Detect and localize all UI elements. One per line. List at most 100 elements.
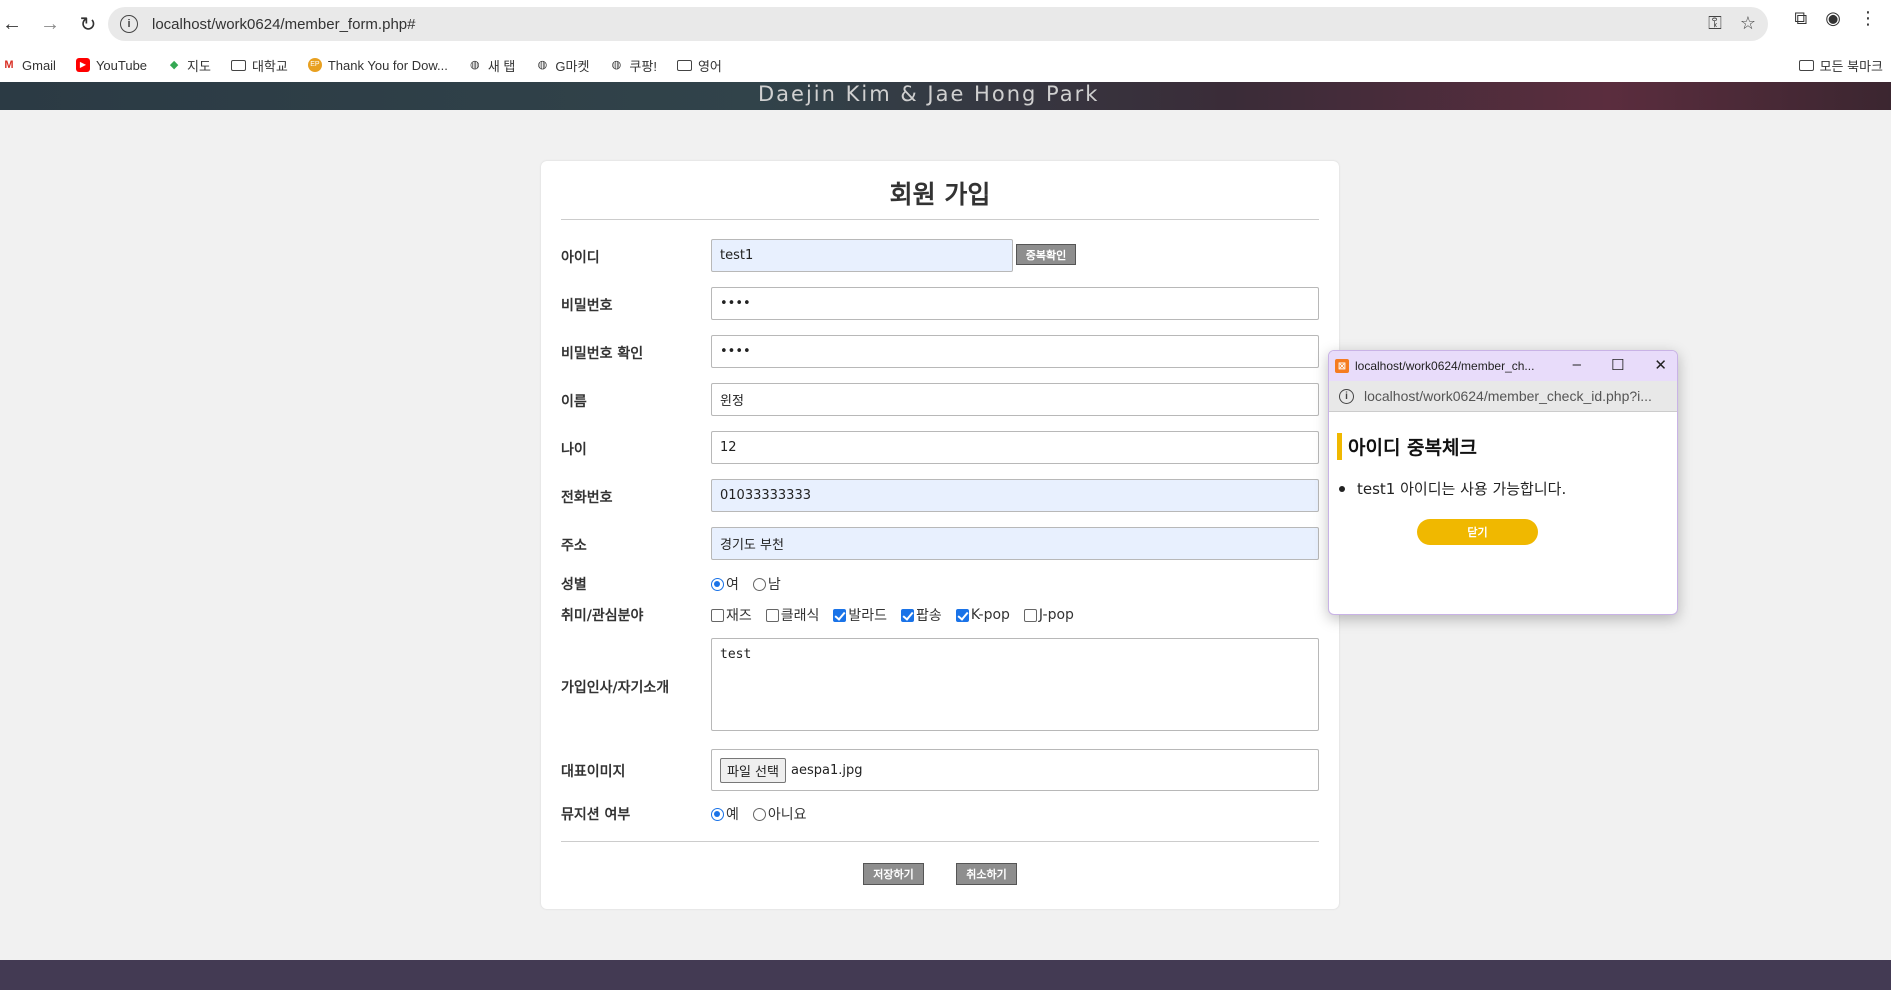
hobby-kpop[interactable]: K-pop bbox=[955, 607, 1010, 623]
bookmark-maps[interactable]: ◆ 지도 bbox=[167, 56, 211, 75]
hobby-pop[interactable]: 팝송 bbox=[901, 605, 942, 625]
checkbox-checked-icon[interactable] bbox=[901, 608, 915, 622]
id-input[interactable]: test1 bbox=[711, 239, 1013, 272]
checkbox-checked-icon[interactable] bbox=[955, 608, 969, 622]
reload-icon[interactable]: ↻ bbox=[68, 4, 108, 44]
gmail-icon: M bbox=[4, 59, 14, 71]
address-bar[interactable]: i localhost/work0624/member_form.php# ⚿ … bbox=[108, 7, 1768, 41]
forward-icon[interactable]: → bbox=[30, 4, 70, 44]
bookmark-gmarket[interactable]: ◍ G마켓 bbox=[535, 56, 590, 75]
header-banner: Daejin Kim & Jae Hong Park bbox=[0, 82, 1891, 110]
checkbox-unchecked-icon[interactable] bbox=[711, 608, 724, 622]
gender-options: 여 남 bbox=[711, 574, 795, 594]
popup-titlebar[interactable]: ⊠ localhost/work0624/member_ch... – ☐ ✕ bbox=[1329, 351, 1677, 381]
image-label: 대표이미지 bbox=[561, 764, 626, 780]
password-label: 비밀번호 bbox=[561, 298, 613, 314]
bookmark-new-tab[interactable]: ◍ 새 탭 bbox=[468, 56, 515, 75]
globe-icon: ◍ bbox=[470, 59, 480, 71]
image-file-input: 파일 선택 aespa1.jpg bbox=[711, 749, 1319, 791]
folder-icon bbox=[230, 59, 246, 71]
bookmark-folder-english[interactable]: 영어 bbox=[676, 56, 722, 75]
globe-icon: ◍ bbox=[611, 59, 622, 71]
popup-heading: 아이디 중복체크 bbox=[1337, 433, 1477, 460]
divider bbox=[561, 841, 1319, 842]
site-info-icon[interactable]: i bbox=[1339, 388, 1354, 404]
site-info-icon[interactable]: i bbox=[120, 15, 138, 33]
availability-message: test1 아이디는 사용 가능합니다. bbox=[1339, 478, 1566, 499]
radio-unchecked-icon[interactable] bbox=[752, 807, 766, 821]
password-key-icon[interactable]: ⚿ bbox=[1708, 13, 1722, 34]
gender-label: 성별 bbox=[561, 577, 587, 593]
close-icon[interactable]: ✕ bbox=[1654, 356, 1667, 374]
banner-text: Daejin Kim & Jae Hong Park bbox=[758, 82, 1100, 106]
radio-unchecked-icon[interactable] bbox=[752, 577, 766, 591]
hobby-classic[interactable]: 클래식 bbox=[765, 605, 819, 625]
minimize-icon[interactable]: – bbox=[1573, 356, 1581, 374]
musician-label: 뮤지션 여부 bbox=[561, 807, 631, 823]
address-input[interactable]: 경기도 부천 bbox=[711, 527, 1319, 560]
checkbox-checked-icon[interactable] bbox=[833, 608, 847, 622]
xampp-icon: ⊠ bbox=[1335, 359, 1349, 373]
folder-icon bbox=[676, 59, 692, 71]
popup-title: localhost/work0624/member_ch... bbox=[1355, 359, 1535, 373]
age-input[interactable]: 12 bbox=[711, 431, 1319, 464]
bookmark-folder-university[interactable]: 대학교 bbox=[230, 56, 288, 75]
member-form-card: 회원 가입 아이디 test1 중복확인 비밀번호 •••• 비밀번호 확인 •… bbox=[541, 161, 1339, 909]
dup-check-button[interactable]: 중복확인 bbox=[1016, 244, 1076, 265]
intro-label: 가입인사/자기소개 bbox=[561, 680, 670, 696]
browser-toolbar: ← → ↻ i localhost/work0624/member_form.p… bbox=[0, 0, 1891, 48]
phone-input[interactable]: 01033333333 bbox=[711, 479, 1319, 512]
bookmark-thank-you[interactable]: EP Thank You for Dow... bbox=[307, 58, 448, 73]
name-input[interactable]: 윈정 bbox=[711, 383, 1319, 416]
password-confirm-input[interactable]: •••• bbox=[711, 335, 1319, 368]
name-label: 이름 bbox=[561, 394, 587, 410]
divider bbox=[561, 219, 1319, 220]
bookmark-star-icon[interactable]: ☆ bbox=[1740, 13, 1756, 34]
back-icon[interactable]: ← bbox=[0, 4, 32, 44]
checkbox-unchecked-icon[interactable] bbox=[1023, 608, 1037, 622]
cancel-button[interactable]: 취소하기 bbox=[956, 863, 1017, 885]
hobby-jpop[interactable]: J-pop bbox=[1023, 607, 1074, 623]
musician-options: 예 아니요 bbox=[711, 804, 821, 824]
popup-address-bar[interactable]: i localhost/work0624/member_check_id.php… bbox=[1329, 381, 1677, 412]
musician-yes-option[interactable]: 예 bbox=[711, 804, 739, 824]
age-label: 나이 bbox=[561, 442, 587, 458]
musician-no-option[interactable]: 아니요 bbox=[752, 804, 807, 824]
save-button[interactable]: 저장하기 bbox=[863, 863, 924, 885]
bookmark-coupang[interactable]: ◍ 쿠팡! bbox=[609, 56, 657, 75]
popup-url: localhost/work0624/member_check_id.php?i… bbox=[1364, 388, 1652, 404]
popup-close-button[interactable]: 닫기 bbox=[1417, 519, 1538, 545]
page-title: 회원 가입 bbox=[889, 180, 991, 209]
phone-label: 전화번호 bbox=[561, 490, 613, 506]
hobby-options: 재즈 클래식 발라드 팝송 K-pop J-pop bbox=[711, 605, 1088, 625]
menu-dots-icon[interactable]: ⋮ bbox=[1859, 8, 1877, 29]
file-name: aespa1.jpg bbox=[790, 762, 863, 778]
gender-female-option[interactable]: 여 bbox=[711, 574, 739, 594]
profile-avatar[interactable]: ◉ bbox=[1825, 8, 1841, 29]
file-select-button[interactable]: 파일 선택 bbox=[720, 757, 786, 783]
hobby-label: 취미/관심분야 bbox=[561, 608, 644, 624]
bookmarks-bar: M Gmail ▶ YouTube ◆ 지도 대학교 EP Thank You … bbox=[0, 48, 1891, 82]
hobby-jazz[interactable]: 재즈 bbox=[711, 605, 752, 625]
all-bookmarks[interactable]: 모든 북마크 bbox=[1798, 56, 1883, 75]
address-label: 주소 bbox=[561, 538, 587, 554]
password-confirm-label: 비밀번호 확인 bbox=[561, 346, 644, 362]
site-icon: EP bbox=[307, 58, 322, 72]
gender-male-option[interactable]: 남 bbox=[752, 574, 781, 594]
folder-icon bbox=[1798, 60, 1814, 71]
globe-icon: ◍ bbox=[537, 59, 548, 71]
maps-icon: ◆ bbox=[169, 59, 179, 71]
page-footer bbox=[0, 960, 1891, 990]
bookmark-youtube[interactable]: ▶ YouTube bbox=[75, 58, 147, 73]
checkbox-unchecked-icon[interactable] bbox=[765, 608, 779, 622]
id-label: 아이디 bbox=[561, 250, 600, 266]
maximize-icon[interactable]: ☐ bbox=[1611, 356, 1624, 374]
password-input[interactable]: •••• bbox=[711, 287, 1319, 320]
bookmark-gmail[interactable]: M Gmail bbox=[2, 58, 56, 73]
intro-textarea[interactable]: test bbox=[711, 638, 1319, 731]
hobby-ballad[interactable]: 발라드 bbox=[833, 605, 887, 625]
id-check-popup-window: ⊠ localhost/work0624/member_ch... – ☐ ✕ … bbox=[1328, 350, 1678, 615]
radio-checked-icon[interactable] bbox=[711, 577, 724, 591]
extensions-icon[interactable]: ⧉ bbox=[1794, 8, 1807, 29]
radio-checked-icon[interactable] bbox=[711, 807, 724, 821]
